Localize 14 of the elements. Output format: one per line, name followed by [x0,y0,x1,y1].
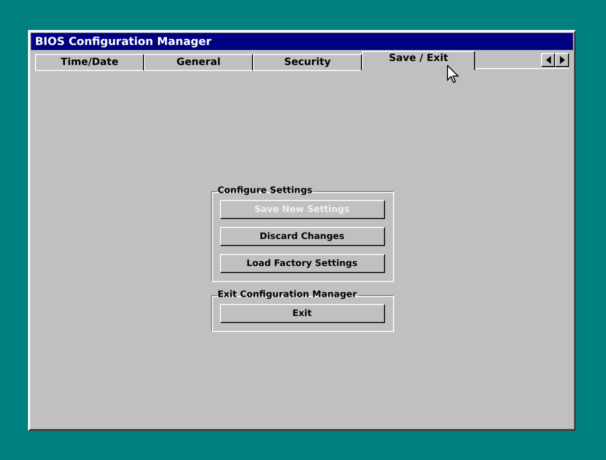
right-arrow-icon [560,56,564,64]
tab[interactable]: Security [253,54,362,71]
scroll-left-button[interactable] [541,53,555,67]
action-button[interactable]: Load Factory Settings [220,254,384,273]
group-title: Configure Settings [216,186,314,196]
tab[interactable]: Time/Date [35,54,144,71]
group-title: Exit Configuration Manager [216,290,358,300]
mouse-pointer-icon [447,65,459,84]
scroll-right-button[interactable] [555,53,569,67]
window-title: BIOS Configuration Manager [31,33,573,50]
tab[interactable]: General [144,54,253,71]
left-arrow-icon [546,56,550,64]
action-button[interactable]: Exit [220,304,384,323]
action-button[interactable]: Discard Changes [220,227,384,246]
